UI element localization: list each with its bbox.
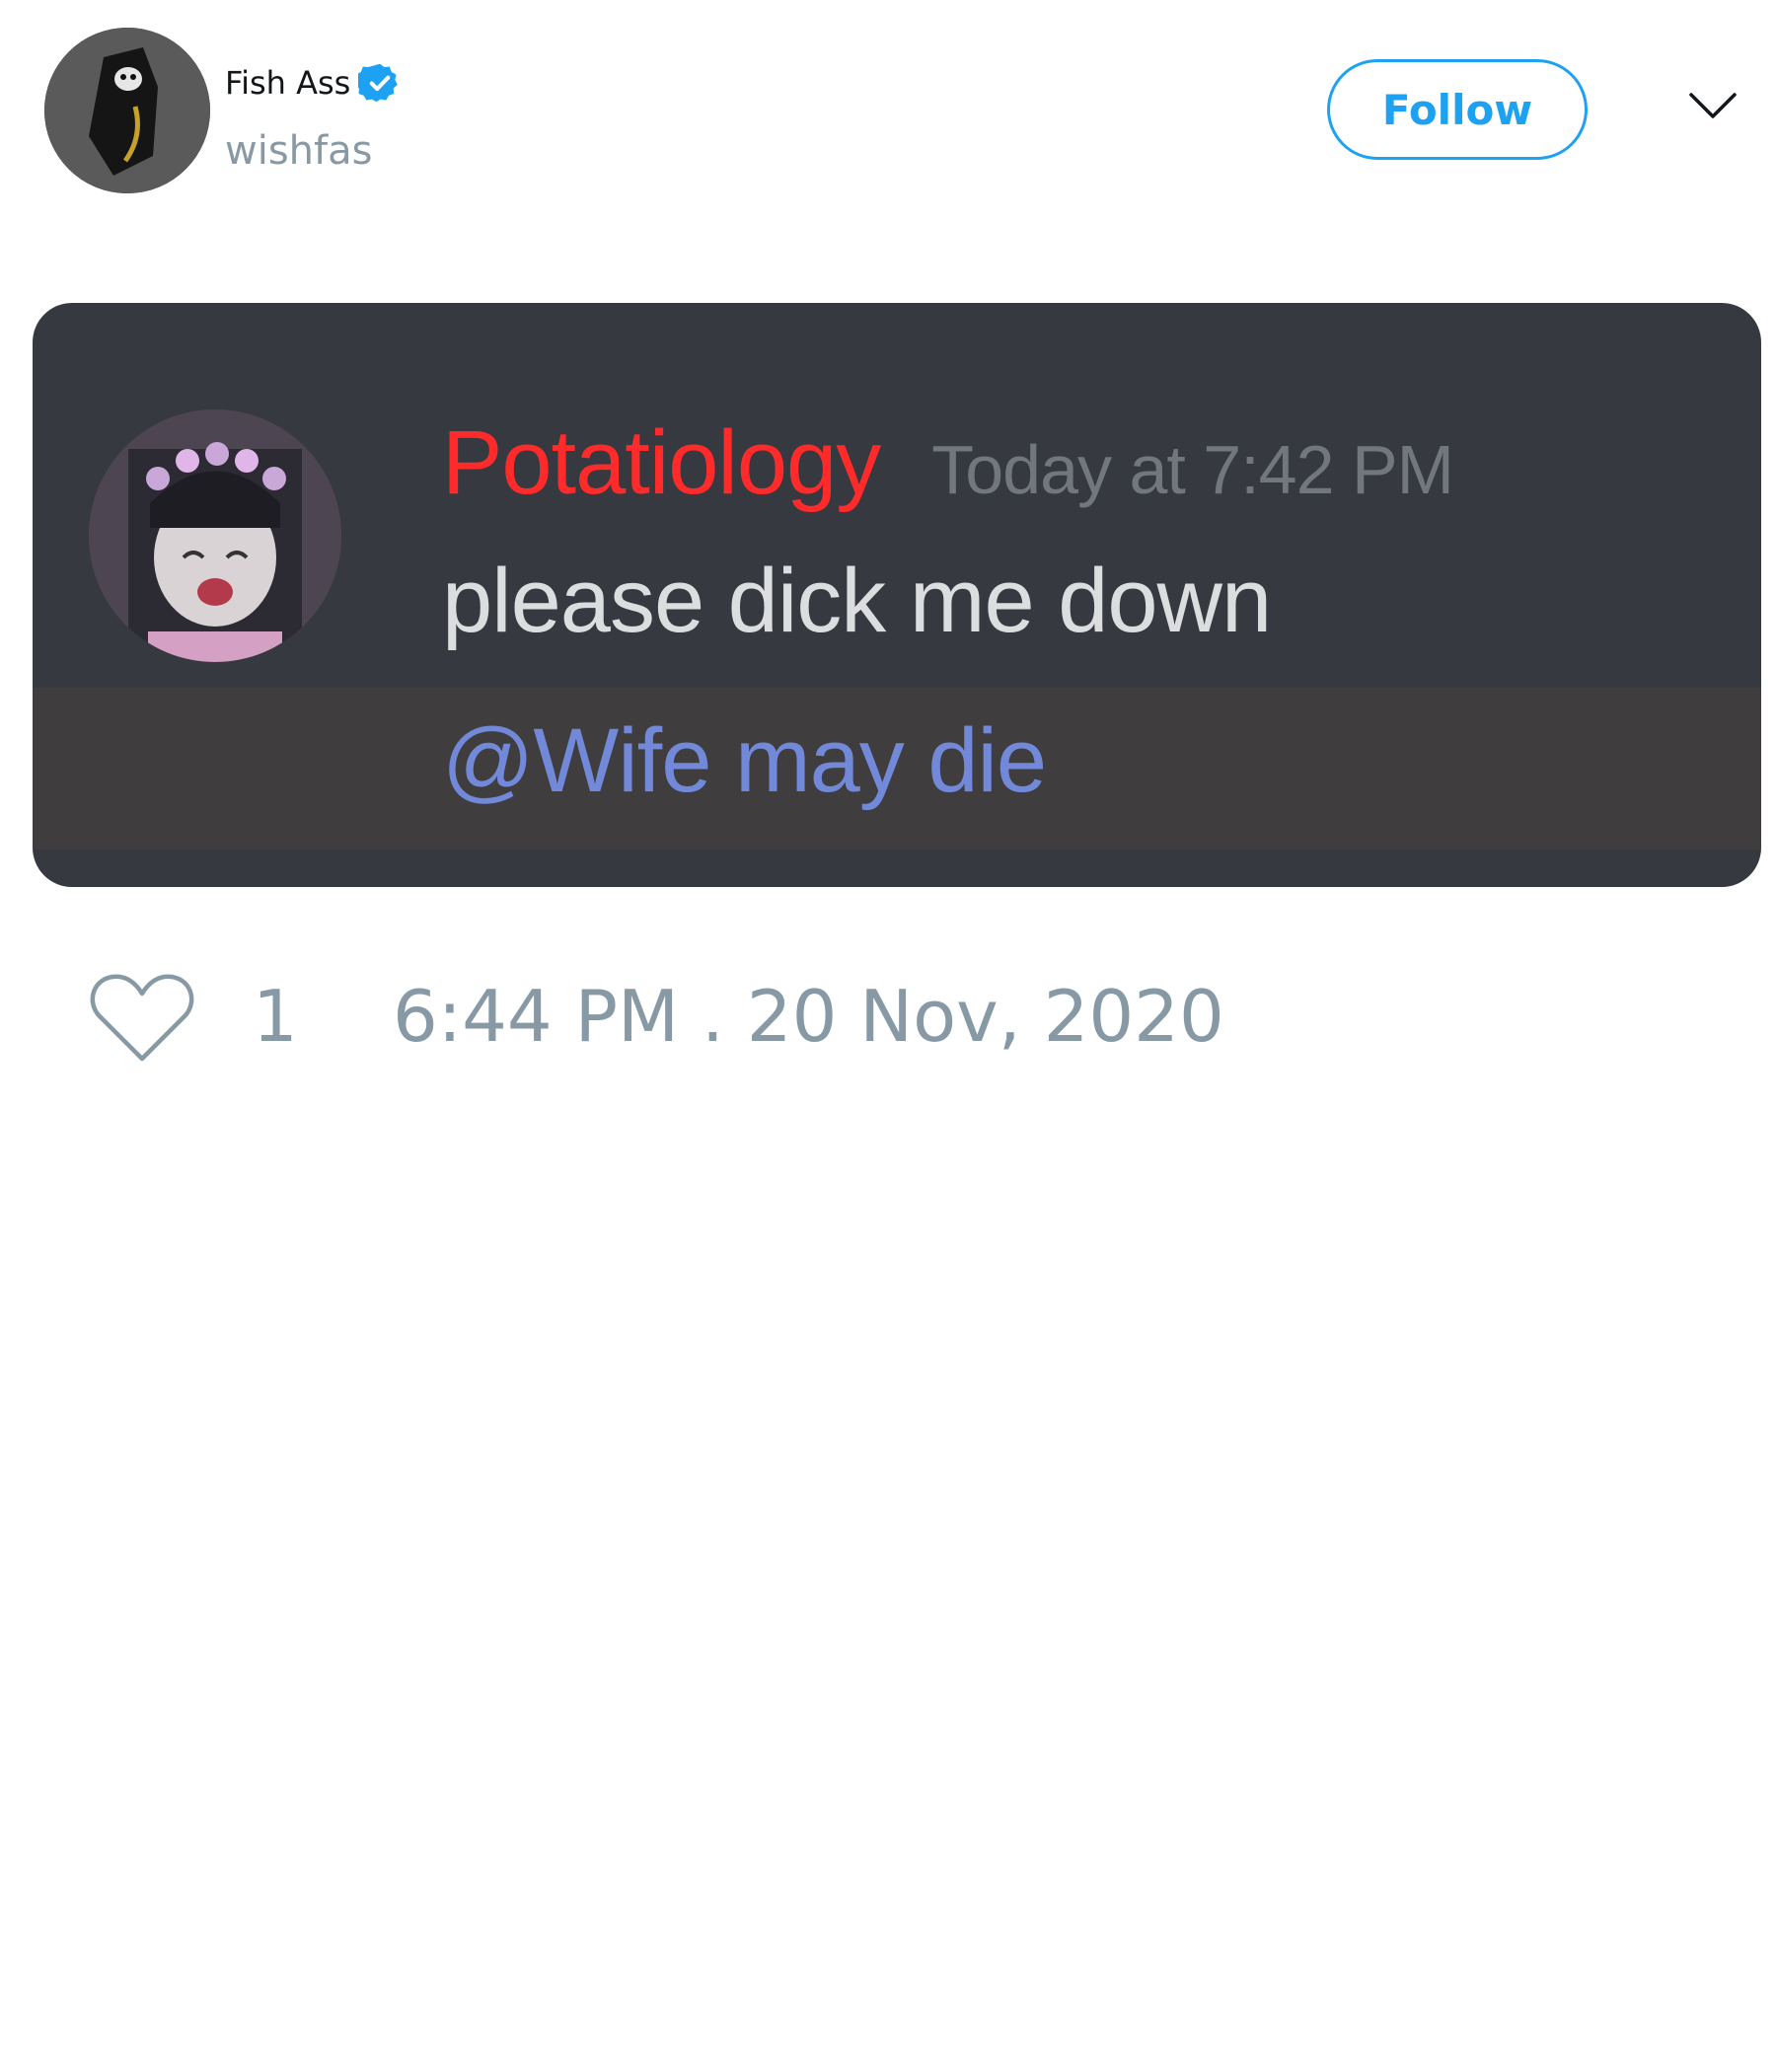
author-name-row: Fish Ass xyxy=(225,61,402,105)
chevron-down-icon[interactable] xyxy=(1687,87,1739,126)
tweet-timestamp[interactable]: 6:44 PM . 20 Nov, 2020 xyxy=(393,977,1224,1056)
discord-message-text: please dick me down xyxy=(442,551,1272,651)
tweet-media-image[interactable]: Potatiology Today at 7:42 PM please dick… xyxy=(33,303,1761,887)
follow-button[interactable]: Follow xyxy=(1327,59,1588,160)
discord-timestamp: Today at 7:42 PM xyxy=(931,431,1454,508)
display-name[interactable]: Fish Ass xyxy=(225,61,350,105)
like-count: 1 xyxy=(253,975,298,1058)
avatar-image xyxy=(44,28,210,193)
discord-avatar xyxy=(89,409,341,662)
author-avatar[interactable] xyxy=(44,28,210,193)
discord-username: Potatiology xyxy=(442,412,881,513)
discord-mention-row: @Wife may die xyxy=(33,688,1761,850)
heart-icon[interactable] xyxy=(89,972,195,1065)
author-handle[interactable]: wishfas xyxy=(225,126,372,176)
discord-message-header: Potatiology Today at 7:42 PM xyxy=(442,411,1454,515)
verified-badge-icon xyxy=(358,61,402,105)
discord-mention: @Wife may die xyxy=(442,710,1047,811)
